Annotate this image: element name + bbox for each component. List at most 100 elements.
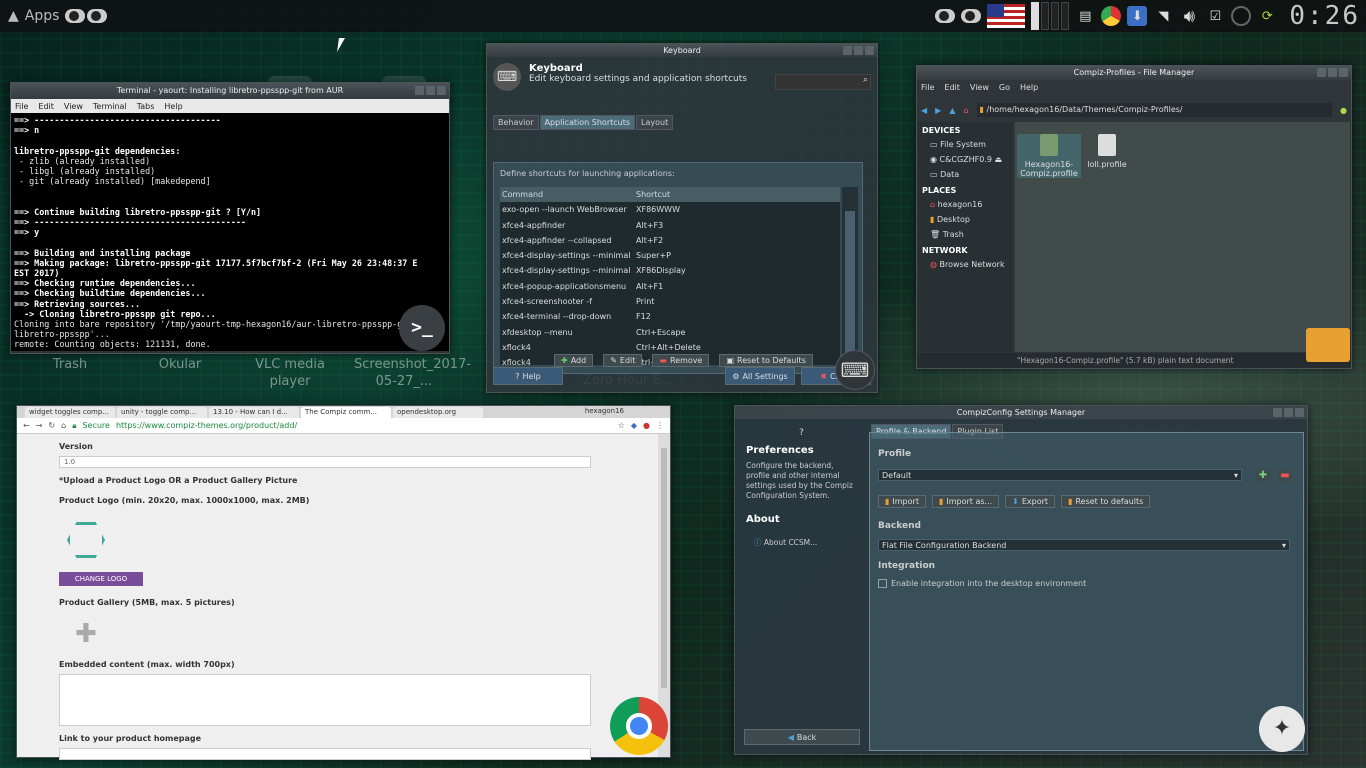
sidebar-item-home[interactable]: ⌂ hexagon16: [918, 197, 1013, 212]
keyboard-settings-window[interactable]: Keyboard ⌨ Keyboard Edit keyboard setting…: [486, 43, 878, 393]
back-icon[interactable]: ←: [23, 421, 30, 430]
bookmark-star-icon[interactable]: ☆: [618, 421, 625, 430]
file-manager-titlebar[interactable]: Compiz-Profiles - File Manager: [917, 66, 1351, 80]
scrollbar[interactable]: [842, 187, 858, 365]
path-field[interactable]: ▮ /home/hexagon16/Data/Themes/Compiz-Pro…: [976, 103, 1333, 117]
power-icon[interactable]: [1231, 6, 1252, 26]
help-icon[interactable]: ?: [736, 428, 867, 438]
maximize-button[interactable]: [1328, 68, 1337, 77]
menu-item[interactable]: View: [970, 83, 989, 92]
table-row[interactable]: xfdesktop --menu Ctrl+Escape: [500, 325, 840, 340]
tab-application-shortcuts[interactable]: Application Shortcuts: [539, 115, 636, 130]
workspace-switcher[interactable]: [1031, 2, 1070, 30]
version-input[interactable]: 1.0: [59, 456, 591, 468]
add-button[interactable]: ✚ Add: [554, 354, 594, 367]
search-field[interactable]: ⌕: [775, 74, 871, 90]
minimize-button[interactable]: [1273, 408, 1282, 417]
tasks-icon[interactable]: ☑: [1205, 6, 1225, 26]
menu-item[interactable]: File: [921, 83, 934, 92]
minimize-button[interactable]: [1317, 68, 1326, 77]
add-profile-button[interactable]: ✚: [1256, 469, 1270, 482]
chrome-icon[interactable]: [1101, 6, 1122, 26]
us-flag-icon[interactable]: [987, 4, 1026, 28]
forward-arrow-icon[interactable]: ▶: [935, 106, 941, 115]
extension-icon[interactable]: ●: [643, 421, 650, 430]
shortcuts-table[interactable]: Command Shortcut exo-open --launch WebBro…: [500, 187, 840, 365]
ccsm-titlebar[interactable]: CompizConfig Settings Manager: [735, 406, 1307, 419]
backend-select[interactable]: Flat File Configuration Backend ▾: [878, 539, 1290, 551]
embedded-textarea[interactable]: [59, 674, 591, 726]
all-settings-button[interactable]: ⚙ All Settings: [725, 367, 795, 385]
terminal-titlebar[interactable]: Terminal - yaourt: Installing libretro-p…: [11, 83, 449, 99]
onscreen-keyboard-button[interactable]: ⌨: [835, 350, 875, 390]
go-icon[interactable]: ●: [1340, 106, 1347, 115]
update-icon[interactable]: ⟳: [1257, 6, 1277, 26]
sidebar-item-filesystem[interactable]: ▭ File System: [918, 137, 1013, 152]
table-row[interactable]: xfce4-appfinder --collapsed Alt+F2: [500, 233, 840, 248]
magic-wand-button[interactable]: ✦: [1259, 706, 1305, 752]
help-button[interactable]: ? Help: [493, 367, 563, 385]
browser-tab[interactable]: 13.10 - How can I d...: [209, 407, 299, 418]
reset-defaults-button[interactable]: ▣ Reset to Defaults: [719, 354, 813, 367]
sidebar-item-browse-network[interactable]: ◍ Browse Network: [918, 257, 1013, 272]
table-row[interactable]: xfce4-screenshooter -f Print: [500, 294, 840, 309]
menu-item[interactable]: Edit: [38, 102, 54, 111]
table-row[interactable]: exo-open --launch WebBrowser XF86WWW: [500, 202, 840, 217]
add-gallery-icon[interactable]: ✚: [75, 619, 97, 649]
browser-tab[interactable]: The Compiz comm...: [301, 407, 391, 418]
chrome-icon[interactable]: [610, 697, 668, 755]
close-button[interactable]: [1339, 68, 1348, 77]
back-button[interactable]: ◀ Back: [744, 729, 860, 745]
menu-item[interactable]: Tabs: [137, 102, 155, 111]
reload-icon[interactable]: ↻: [48, 421, 55, 430]
ccsm-window[interactable]: CompizConfig Settings Manager ? Preferen…: [734, 405, 1308, 755]
profile-name[interactable]: hexagon16: [585, 407, 624, 415]
apps-menu[interactable]: ▲ Apps: [8, 8, 108, 24]
eject-icon[interactable]: ⏏: [995, 155, 1003, 164]
file-item[interactable]: Hexagon16-Compiz.profile: [1017, 134, 1081, 178]
integration-checkbox-row[interactable]: Enable integration into the desktop envi…: [878, 579, 1086, 588]
minimize-button[interactable]: [415, 86, 424, 95]
file-manager-window[interactable]: Compiz-Profiles - File Manager File Edit V…: [916, 65, 1352, 369]
table-row[interactable]: xfce4-terminal --drop-down F12: [500, 309, 840, 324]
wifi-icon[interactable]: ◥: [1153, 6, 1173, 26]
menu-item[interactable]: Edit: [944, 83, 960, 92]
table-row[interactable]: xfce4-appfinder Alt+F3: [500, 218, 840, 233]
menu-item[interactable]: File: [15, 102, 28, 111]
browser-tab[interactable]: opendesktop.org: [393, 407, 483, 418]
download-icon[interactable]: ⬇: [1127, 6, 1148, 26]
browser-tab[interactable]: widget toggles comp...: [25, 407, 115, 418]
close-button[interactable]: [1295, 408, 1304, 417]
table-row[interactable]: xfce4-display-settings --minimal XF86Disp…: [500, 263, 840, 278]
up-arrow-icon[interactable]: ▲: [949, 106, 955, 115]
extension-icon[interactable]: ◆: [631, 421, 637, 430]
export-button[interactable]: ⬇ Export: [1005, 495, 1056, 508]
file-view[interactable]: Hexagon16-Compiz.profile loll.profile: [1015, 122, 1350, 352]
file-item[interactable]: loll.profile: [1075, 134, 1139, 169]
folder-icon[interactable]: [1306, 328, 1350, 362]
column-command[interactable]: Command: [500, 187, 634, 202]
clock[interactable]: 0:26: [1289, 1, 1360, 31]
close-button[interactable]: [865, 46, 874, 55]
import-button[interactable]: ▮ Import: [878, 495, 926, 508]
sidebar-item-data[interactable]: ▭ Data: [918, 167, 1013, 182]
terminal-output[interactable]: ==> ------------------------------------…: [11, 113, 449, 351]
menu-item[interactable]: Terminal: [93, 102, 127, 111]
close-button[interactable]: [437, 86, 446, 95]
table-row[interactable]: xfce4-popup-applicationsmenu Alt+F1: [500, 279, 840, 294]
menu-item[interactable]: View: [64, 102, 83, 111]
terminal-window[interactable]: Terminal - yaourt: Installing libretro-p…: [10, 82, 450, 354]
sidebar-item-ccgzh[interactable]: ◉ C&CGZHF0.9 ⏏: [918, 152, 1013, 167]
browser-tab[interactable]: unity - toggle comp...: [117, 407, 207, 418]
back-arrow-icon[interactable]: ◀: [921, 106, 927, 115]
sidebar-item-trash[interactable]: 🗑︎ Trash: [918, 227, 1013, 242]
terminal-launcher-button[interactable]: >_: [399, 305, 445, 351]
menu-item[interactable]: Help: [164, 102, 182, 111]
keyboard-titlebar[interactable]: Keyboard: [487, 44, 877, 57]
change-logo-button[interactable]: CHANGE LOGO: [59, 572, 143, 586]
clipboard-icon[interactable]: ▤: [1075, 6, 1095, 26]
menu-item[interactable]: Help: [1020, 83, 1038, 92]
remove-profile-button[interactable]: ▬: [1278, 469, 1292, 482]
forward-icon[interactable]: →: [36, 421, 43, 430]
homepage-input[interactable]: [59, 748, 591, 760]
